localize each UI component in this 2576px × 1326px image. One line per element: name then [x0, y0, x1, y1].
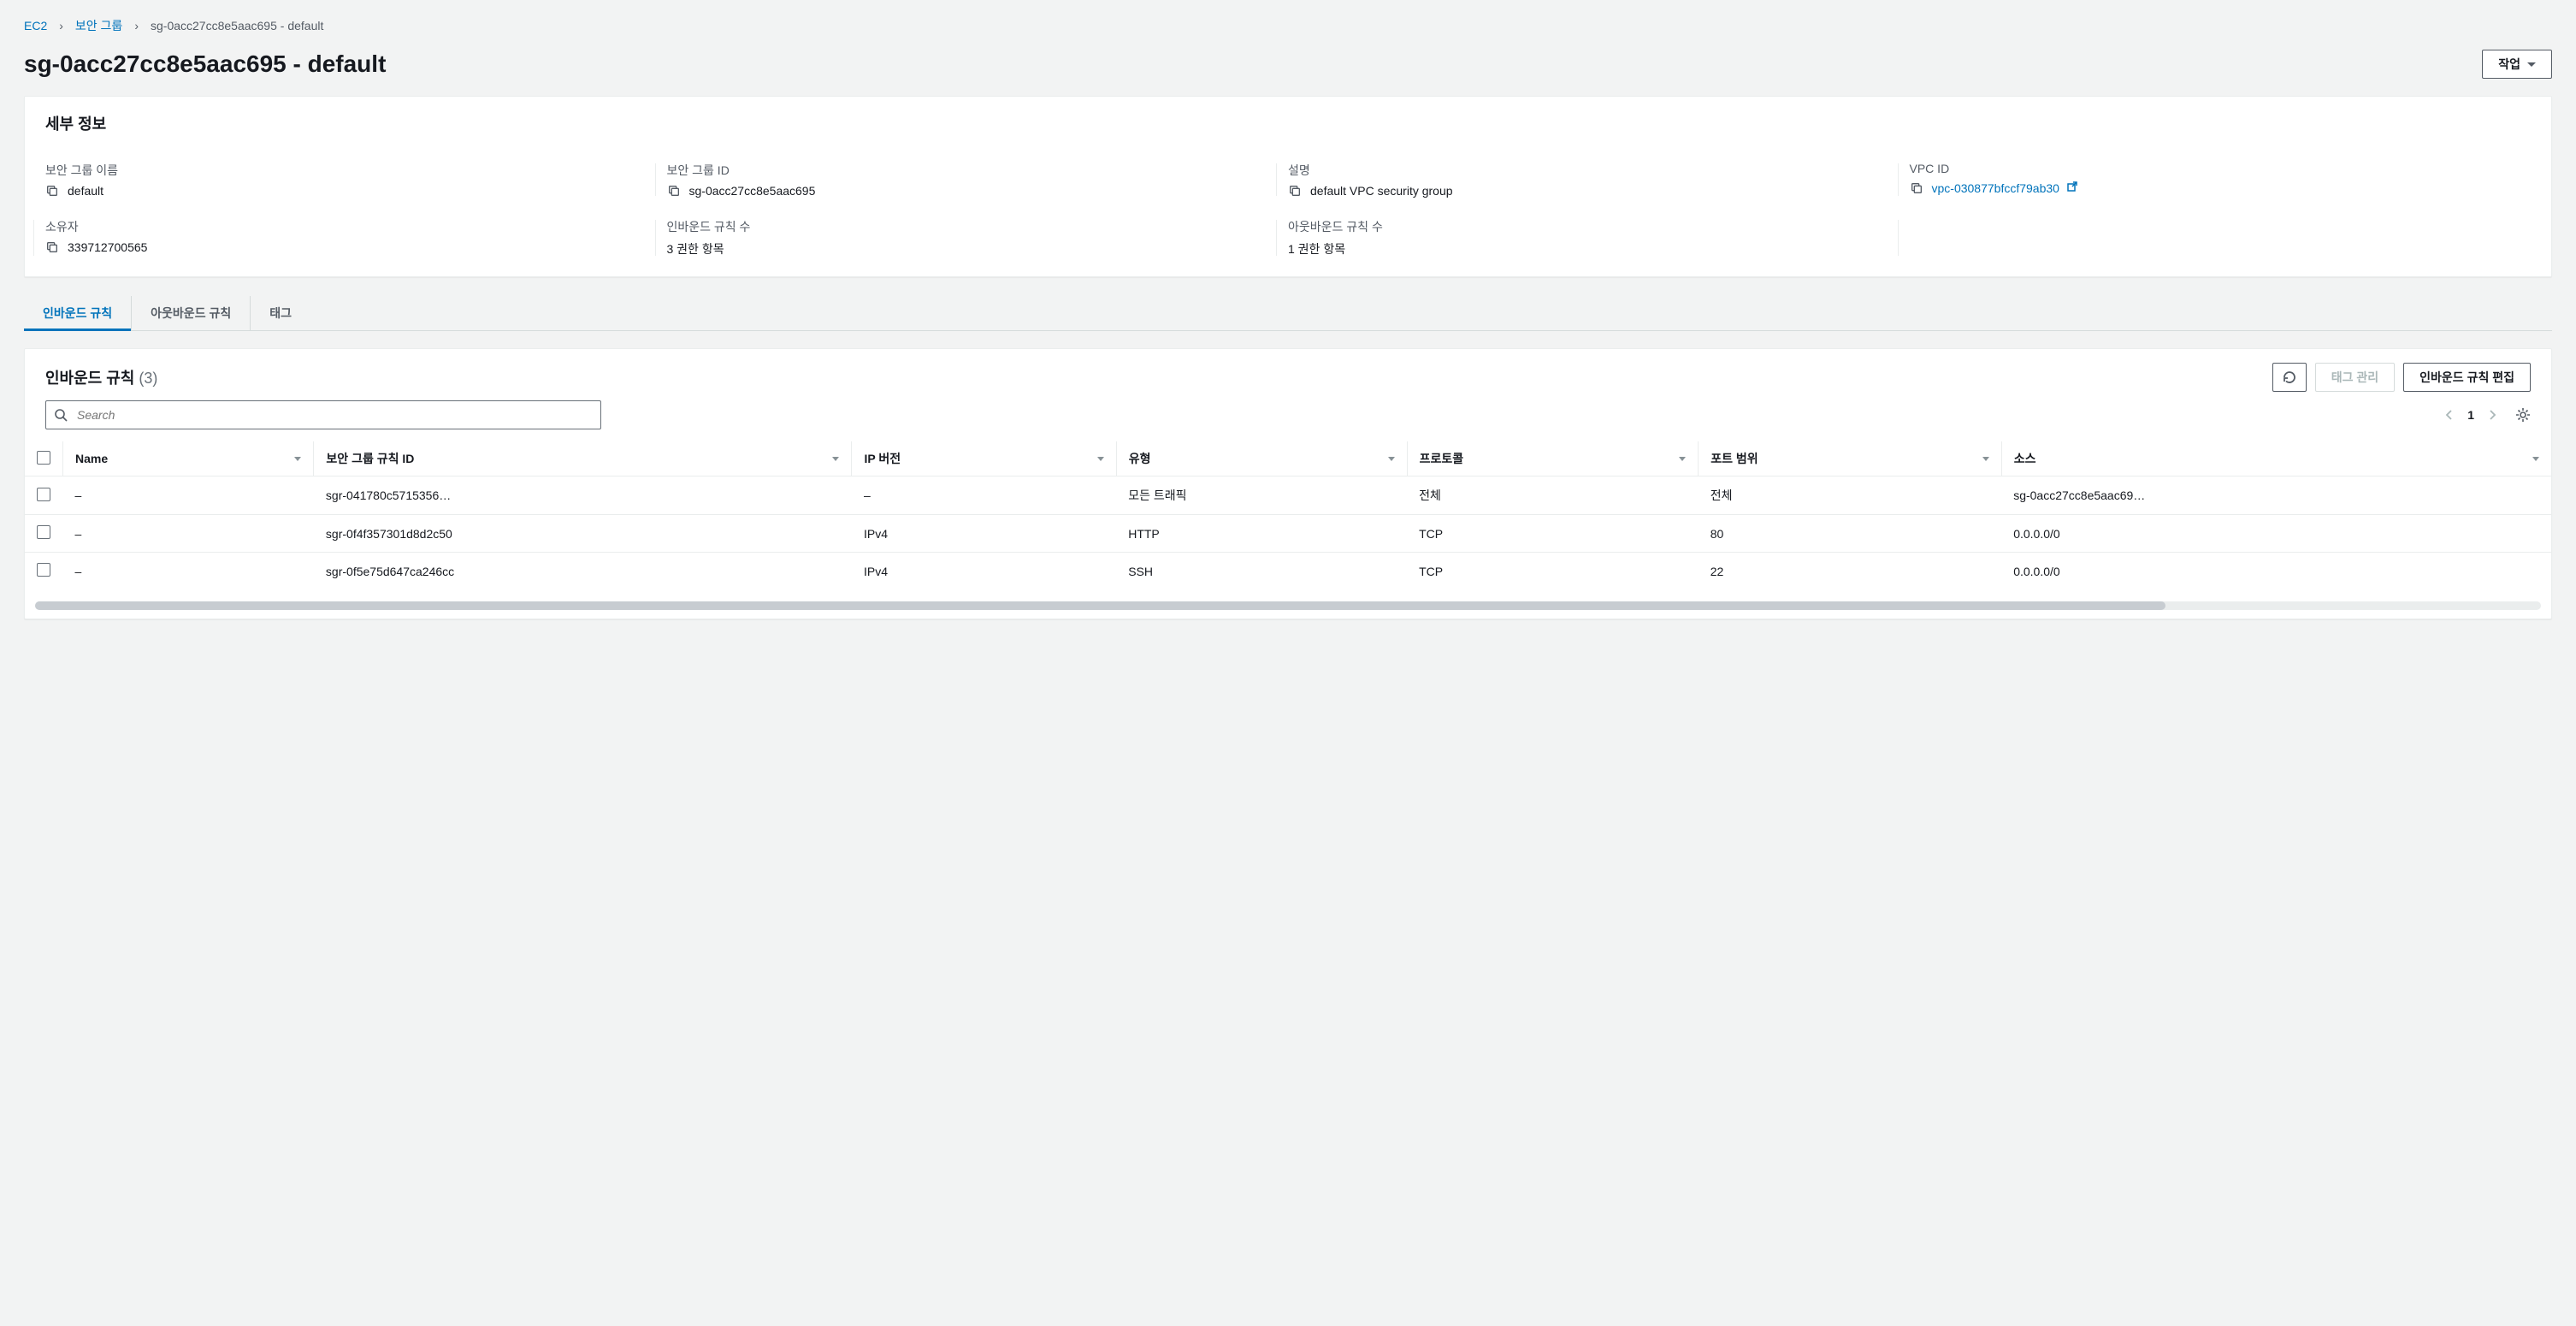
detail-label-desc: 설명: [1288, 162, 1893, 179]
detail-label-sg-id: 보안 그룹 ID: [667, 162, 1272, 179]
rules-panel: 인바운드 규칙 (3) 태그 관리 인바운드 규칙 편집 1: [24, 348, 2552, 619]
rules-table: Name 보안 그룹 규칙 ID IP 버전 유형 프로토콜 포트 범위 소스 …: [25, 441, 2551, 589]
sort-icon: [1982, 457, 1989, 461]
detail-value-inbound-count: 3 권한 항목: [667, 240, 724, 258]
copy-icon[interactable]: [1910, 181, 1923, 195]
cell-source: 0.0.0.0/0: [2001, 515, 2551, 553]
cell-name: –: [63, 515, 314, 553]
copy-icon[interactable]: [667, 184, 681, 198]
cell-protocol: TCP: [1407, 553, 1699, 590]
breadcrumb: EC2 › 보안 그룹 › sg-0acc27cc8e5aac695 - def…: [24, 17, 2552, 34]
detail-value-outbound-count: 1 권한 항목: [1288, 240, 1345, 258]
cell-source: 0.0.0.0/0: [2001, 553, 2551, 590]
details-panel: 세부 정보 보안 그룹 이름 default 보안 그룹 ID sg-0acc2…: [24, 96, 2552, 277]
cell-rule-id: sgr-0f4f357301d8d2c50: [314, 515, 852, 553]
tab-outbound[interactable]: 아웃바운드 규칙: [132, 296, 251, 330]
vpc-id-text: vpc-030877bfccf79ab30: [1932, 181, 2059, 195]
chevron-right-icon: ›: [59, 19, 63, 33]
chevron-right-icon: ›: [134, 19, 139, 33]
copy-icon[interactable]: [45, 184, 59, 198]
tab-tags[interactable]: 태그: [251, 296, 310, 330]
row-checkbox[interactable]: [37, 563, 50, 577]
col-type[interactable]: 유형: [1129, 450, 1151, 467]
sort-icon: [832, 457, 839, 461]
col-ip-version[interactable]: IP 버전: [864, 450, 901, 467]
tabs: 인바운드 규칙 아웃바운드 규칙 태그: [24, 296, 2552, 331]
external-link-icon: [2066, 181, 2078, 192]
table-row[interactable]: –sgr-0f5e75d647ca246ccIPv4SSHTCP220.0.0.…: [25, 553, 2551, 590]
tab-inbound[interactable]: 인바운드 규칙: [24, 296, 132, 330]
refresh-button[interactable]: [2272, 363, 2307, 392]
cell-rule-id: sgr-041780c5715356…: [314, 477, 852, 515]
page-title: sg-0acc27cc8e5aac695 - default: [24, 50, 386, 78]
rules-count: (3): [139, 370, 157, 387]
table-row[interactable]: –sgr-0f4f357301d8d2c50IPv4HTTPTCP800.0.0…: [25, 515, 2551, 553]
cell-type: HTTP: [1116, 515, 1407, 553]
details-panel-title: 세부 정보: [45, 112, 2531, 134]
cell-protocol: TCP: [1407, 515, 1699, 553]
cell-name: –: [63, 477, 314, 515]
cell-port: 80: [1699, 515, 2001, 553]
cell-protocol: 전체: [1407, 477, 1699, 515]
copy-icon[interactable]: [45, 240, 59, 254]
detail-label-inbound-count: 인바운드 규칙 수: [667, 218, 1272, 235]
col-name[interactable]: Name: [75, 452, 108, 465]
detail-label-owner: 소유자: [45, 218, 650, 235]
cell-type: 모든 트래픽: [1116, 477, 1407, 515]
cell-port: 전체: [1699, 477, 2001, 515]
page-prev-icon[interactable]: [2443, 409, 2455, 421]
cell-ip-version: –: [852, 477, 1116, 515]
select-all-checkbox[interactable]: [37, 451, 50, 465]
breadcrumb-current: sg-0acc27cc8e5aac695 - default: [151, 19, 323, 33]
edit-inbound-rules-button[interactable]: 인바운드 규칙 편집: [2403, 363, 2531, 392]
actions-dropdown-button[interactable]: 작업: [2482, 50, 2552, 79]
col-protocol[interactable]: 프로토콜: [1420, 450, 1464, 467]
search-icon: [54, 408, 68, 422]
cell-ip-version: IPv4: [852, 553, 1116, 590]
actions-label: 작업: [2498, 56, 2520, 73]
manage-tags-button[interactable]: 태그 관리: [2315, 363, 2395, 392]
refresh-icon: [2282, 370, 2297, 385]
detail-value-sg-name: default: [68, 184, 103, 198]
col-port-range[interactable]: 포트 범위: [1710, 450, 1758, 467]
cell-source: sg-0acc27cc8e5aac69…: [2001, 477, 2551, 515]
row-checkbox[interactable]: [37, 525, 50, 539]
cell-port: 22: [1699, 553, 2001, 590]
detail-value-desc: default VPC security group: [1310, 184, 1453, 198]
detail-label-outbound-count: 아웃바운드 규칙 수: [1288, 218, 1893, 235]
settings-gear-icon[interactable]: [2515, 407, 2531, 423]
breadcrumb-root[interactable]: EC2: [24, 19, 47, 33]
detail-label-sg-name: 보안 그룹 이름: [45, 162, 650, 179]
sort-icon: [2532, 457, 2539, 461]
cell-ip-version: IPv4: [852, 515, 1116, 553]
rules-title-text: 인바운드 규칙: [45, 370, 134, 387]
detail-value-sg-id: sg-0acc27cc8e5aac695: [689, 184, 816, 198]
col-source[interactable]: 소스: [2014, 450, 2036, 467]
table-row[interactable]: –sgr-041780c5715356…–모든 트래픽전체전체sg-0acc27…: [25, 477, 2551, 515]
sort-icon: [1388, 457, 1395, 461]
detail-value-vpc-id-link[interactable]: vpc-030877bfccf79ab30: [1932, 181, 2078, 195]
copy-icon[interactable]: [1288, 184, 1302, 198]
page-next-icon[interactable]: [2486, 409, 2498, 421]
sort-icon: [1679, 457, 1686, 461]
search-input[interactable]: [45, 400, 601, 429]
breadcrumb-section[interactable]: 보안 그룹: [75, 17, 122, 34]
sort-icon: [294, 457, 301, 461]
detail-label-vpc-id: VPC ID: [1910, 162, 2514, 175]
rules-panel-title: 인바운드 규칙 (3): [45, 366, 157, 388]
col-rule-id[interactable]: 보안 그룹 규칙 ID: [326, 450, 414, 467]
page-number: 1: [2467, 408, 2474, 422]
horizontal-scrollbar[interactable]: [35, 601, 2541, 610]
cell-rule-id: sgr-0f5e75d647ca246cc: [314, 553, 852, 590]
detail-value-owner: 339712700565: [68, 240, 147, 254]
cell-name: –: [63, 553, 314, 590]
sort-icon: [1097, 457, 1104, 461]
cell-type: SSH: [1116, 553, 1407, 590]
caret-down-icon: [2527, 62, 2536, 67]
pagination: 1: [2443, 407, 2531, 423]
row-checkbox[interactable]: [37, 488, 50, 501]
